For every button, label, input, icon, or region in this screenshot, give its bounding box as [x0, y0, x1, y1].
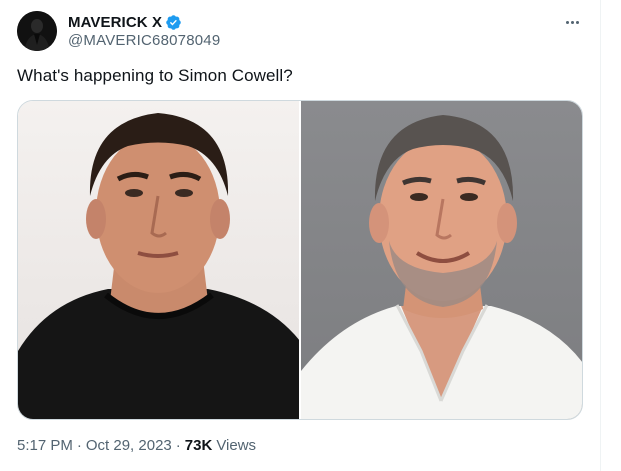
media-photo-left[interactable] — [18, 101, 299, 419]
more-dot — [575, 20, 579, 24]
avatar[interactable] — [17, 11, 57, 51]
views-label: Views — [216, 437, 257, 454]
meta-separator: · — [175, 437, 181, 454]
meta-separator: · — [76, 437, 82, 454]
tweet-date[interactable]: Oct 29, 2023 — [86, 437, 172, 454]
more-dot — [570, 20, 574, 24]
author-name-row[interactable]: MAVERICK X — [68, 12, 182, 32]
views-count[interactable]: 73K — [185, 437, 213, 454]
more-options-icon[interactable] — [560, 10, 584, 34]
media-grid — [17, 100, 583, 420]
media-photo-right[interactable] — [301, 101, 582, 419]
display-name[interactable]: MAVERICK X — [68, 14, 162, 31]
tweet-meta: 5:17 PM · Oct 29, 2023 · 73K Views — [17, 437, 256, 454]
tweet-time[interactable]: 5:17 PM — [17, 437, 73, 454]
tweet-text: What's happening to Simon Cowell? — [17, 66, 293, 85]
verified-badge-icon[interactable] — [165, 14, 182, 31]
tweet-card: MAVERICK X @MAVERIC68078049 What's happe… — [0, 0, 600, 471]
column-divider — [600, 0, 601, 471]
more-dot — [565, 20, 569, 24]
author-handle[interactable]: @MAVERIC68078049 — [68, 32, 220, 49]
